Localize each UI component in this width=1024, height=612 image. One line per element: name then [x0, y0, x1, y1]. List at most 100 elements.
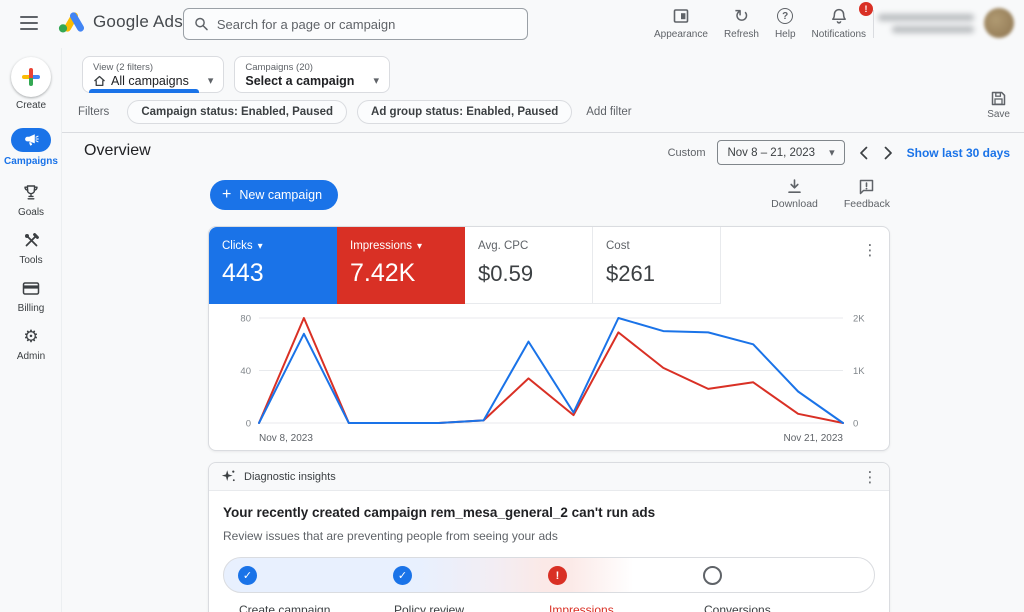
download-icon [788, 179, 801, 193]
view-dropdown-label: View (2 filters) [93, 61, 154, 73]
clicks-value: 443 [222, 259, 264, 287]
refresh-label: Refresh [723, 29, 759, 40]
next-period-button[interactable] [882, 146, 895, 160]
save-button[interactable]: Save [987, 90, 1010, 120]
new-campaign-button[interactable]: + New campaign [210, 180, 339, 210]
chevron-down-icon: ▾ [373, 75, 379, 87]
sidebar-item-tools[interactable]: Tools [0, 229, 62, 266]
google-ads-app: Google Ads Appearance ↻ Refresh ? Hel [0, 0, 1024, 612]
impressions-value: 7.42K [350, 259, 416, 287]
sidebar-item-admin[interactable]: ⚙ Admin [0, 325, 62, 363]
previous-period-button[interactable] [857, 146, 870, 160]
google-ads-logo-icon [58, 12, 84, 33]
sparkle-icon [221, 470, 235, 482]
search-input[interactable] [216, 16, 517, 32]
plus-icon: + [222, 186, 232, 203]
top-app-bar: Google Ads Appearance ↻ Refresh ? Hel [0, 0, 1024, 48]
step-done-icon[interactable]: ✓ [238, 566, 257, 585]
help-button[interactable]: ? Help [775, 6, 796, 40]
overview-header: Overview Custom Nov 8 – 21, 2023 ▾ Show … [62, 133, 1024, 169]
performance-card: Clicks ▾ 443 Impressions ▾ 7.42K Avg. CPC … [208, 226, 890, 451]
feedback-button[interactable]: Feedback [844, 178, 890, 210]
trophy-icon [22, 181, 40, 203]
brand-name: Google Ads [93, 12, 183, 31]
sidebar-item-billing[interactable]: Billing [0, 277, 62, 314]
svg-text:Nov 8, 2023: Nov 8, 2023 [259, 433, 313, 444]
x-axis-labels: Nov 8, 2023 Nov 21, 2023 [259, 433, 843, 444]
topbar-divider [873, 10, 874, 38]
bell-icon: ! [830, 2, 873, 26]
credit-card-icon [22, 277, 40, 299]
account-info-redacted [878, 13, 974, 33]
main-content: View (2 filters) All campaigns ▾ Campaig… [62, 48, 1024, 612]
home-icon [94, 75, 105, 86]
chevron-down-icon: ▾ [257, 240, 263, 252]
step-label-impressions: Impressions [549, 603, 614, 612]
step-pending-icon[interactable] [703, 566, 722, 585]
svg-text:2K: 2K [853, 314, 865, 325]
metric-tile-impressions[interactable]: Impressions ▾ 7.42K [337, 227, 465, 304]
diagnostic-card-header: Diagnostic insights [209, 463, 889, 491]
scope-selectors: View (2 filters) All campaigns ▾ Campaig… [82, 56, 390, 93]
appearance-button[interactable]: Appearance [654, 6, 708, 40]
campaign-dropdown-value: Select a campaign [245, 73, 355, 88]
svg-text:Nov 21, 2023: Nov 21, 2023 [784, 433, 844, 444]
notifications-button[interactable]: ! Notifications [811, 2, 873, 40]
menu-icon[interactable] [20, 16, 38, 30]
topbar-actions: Appearance ↻ Refresh ? Help ! Notificati… [654, 2, 873, 40]
gear-icon: ⚙ [23, 326, 39, 346]
sidebar-item-goals[interactable]: Goals [0, 181, 62, 218]
metric-tiles: Clicks ▾ 443 Impressions ▾ 7.42K Avg. CPC … [209, 227, 721, 304]
refresh-icon: ↻ [733, 6, 749, 26]
appearance-icon [672, 6, 690, 26]
metric-tile-avg-cpc[interactable]: Avg. CPC $0.59 [465, 227, 593, 304]
metric-tile-clicks[interactable]: Clicks ▾ 443 [209, 227, 337, 304]
step-label-conversions: Conversions [704, 603, 771, 612]
filter-chip-campaign-status[interactable]: Campaign status: Enabled, Paused [127, 100, 348, 124]
diagnostic-header-label: Diagnostic insights [244, 470, 336, 483]
megaphone-icon [11, 128, 51, 152]
sidebar-item-campaigns[interactable]: Campaigns [0, 128, 62, 167]
chevron-down-icon: ▾ [207, 75, 214, 87]
date-range-value: Nov 8 – 21, 2023 [727, 146, 816, 159]
create-button[interactable] [11, 57, 51, 97]
date-range-selector[interactable]: Nov 8 – 21, 2023 ▾ [717, 140, 845, 165]
kebab-menu-icon[interactable]: ⋮ [861, 467, 879, 487]
right-axis-ticks: 2K 1K 0 [853, 314, 865, 430]
show-last-30-days-link[interactable]: Show last 30 days [907, 146, 1010, 160]
svg-text:0: 0 [853, 419, 858, 430]
active-view-indicator [89, 89, 200, 93]
download-button[interactable]: Download [771, 178, 818, 210]
filter-chip-adgroup-status[interactable]: Ad group status: Enabled, Paused [357, 100, 573, 124]
kebab-menu-icon[interactable]: ⋮ [861, 240, 879, 260]
notifications-label: Notifications [811, 29, 866, 40]
search-icon [195, 17, 208, 31]
add-filter-button[interactable]: Add filter [586, 106, 631, 118]
global-search[interactable] [183, 8, 528, 40]
cost-value: $261 [606, 261, 655, 286]
account-menu[interactable] [878, 8, 1014, 38]
step-done-icon[interactable]: ✓ [393, 566, 412, 585]
brand: Google Ads [58, 11, 183, 33]
svg-text:80: 80 [240, 314, 251, 325]
card-actions: Download Feedback [771, 178, 890, 210]
save-icon [991, 91, 1006, 106]
step-label-policy-review: Policy review [394, 603, 465, 612]
campaign-dropdown[interactable]: Campaigns (20) Select a campaign ▾ [234, 56, 390, 93]
filters-bar: Filters Campaign status: Enabled, Paused… [78, 100, 632, 124]
feedback-icon [860, 179, 874, 195]
left-axis-ticks: 80 40 0 [240, 314, 251, 430]
custom-range-label: Custom [667, 146, 706, 159]
page-title: Overview [84, 142, 151, 159]
diagnostic-title: Your recently created campaign rem_mesa_… [223, 505, 656, 520]
metric-tile-cost[interactable]: Cost $261 [593, 227, 721, 304]
step-error-icon[interactable]: ! [548, 566, 567, 585]
notification-badge: ! [859, 2, 873, 16]
date-range-controls: Custom Nov 8 – 21, 2023 ▾ Show last 30 d… [668, 140, 1010, 165]
chevron-down-icon: ▾ [829, 147, 835, 159]
avatar[interactable] [984, 8, 1014, 38]
view-dropdown[interactable]: View (2 filters) All campaigns ▾ [82, 56, 225, 93]
create-label: Create [15, 100, 46, 111]
trend-chart: 80 40 0 2K 1K 0 Nov 8, 2023 Nov 21, 2023 [209, 305, 891, 452]
refresh-button[interactable]: ↻ Refresh [724, 6, 759, 40]
